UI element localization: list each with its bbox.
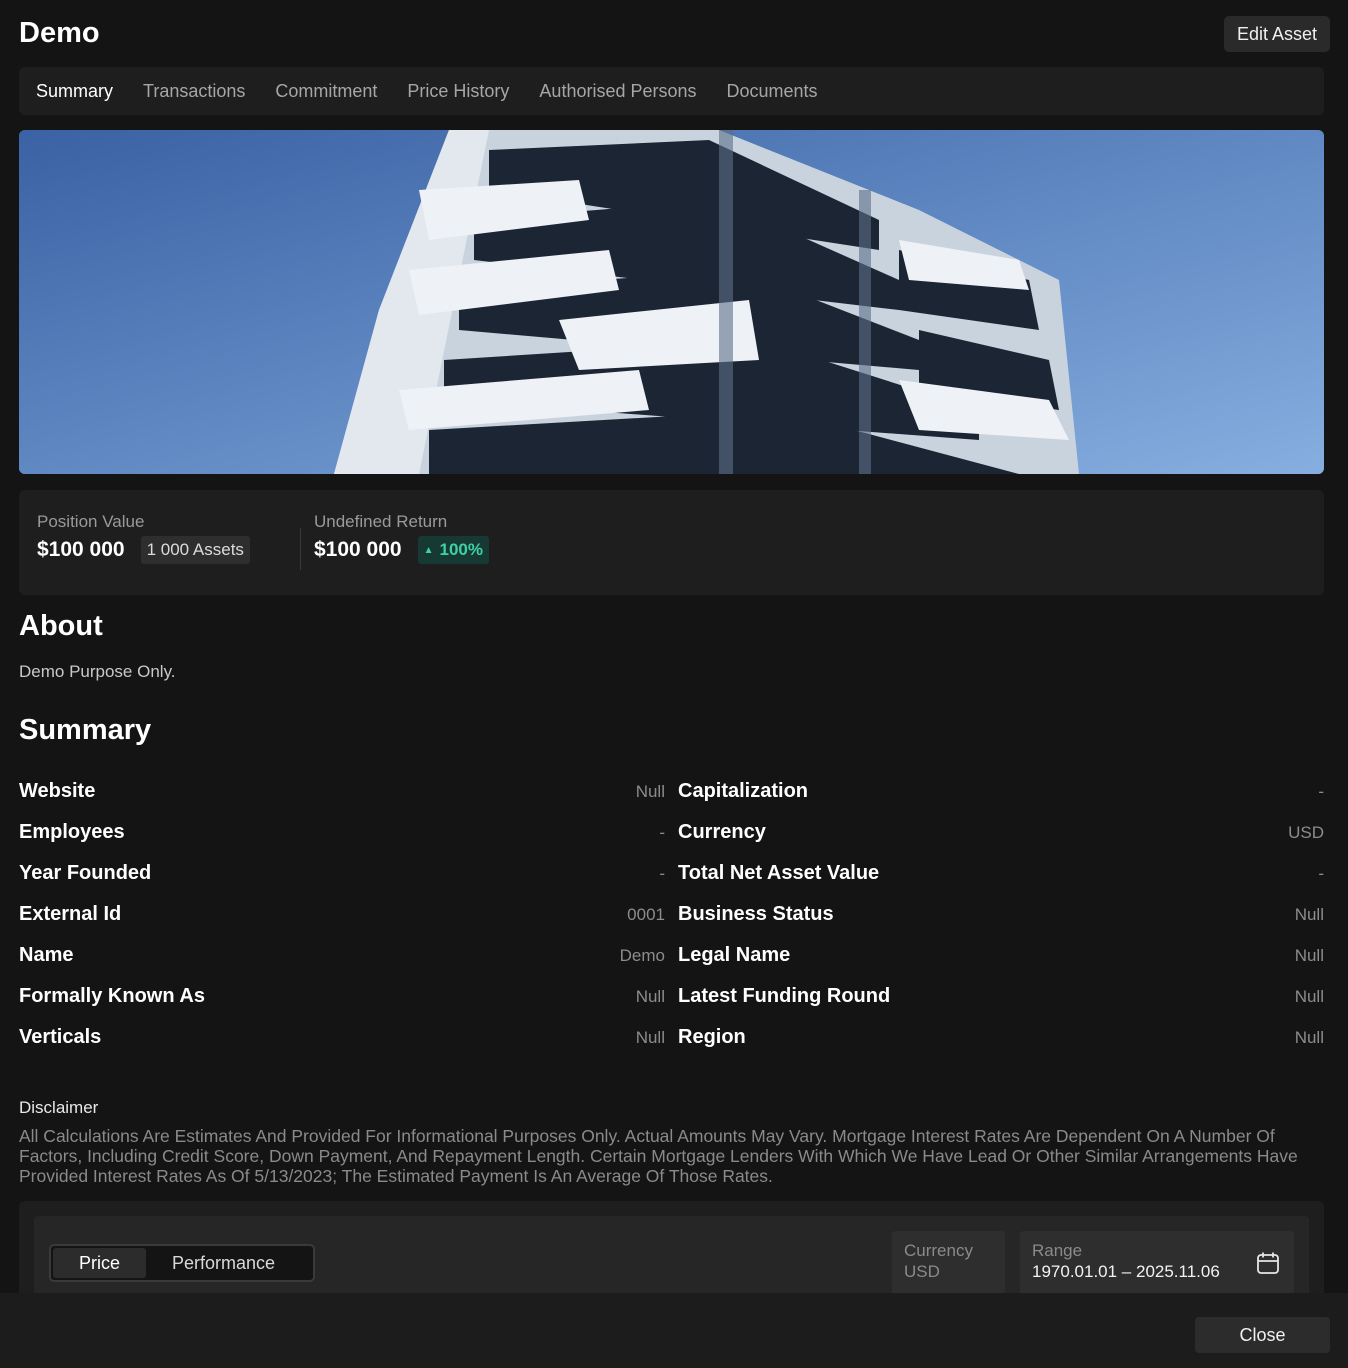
return-label: Undefined Return [314,512,448,531]
summary-value: - [1318,864,1324,883]
summary-value: Null [635,782,665,801]
chart-controls: Price Performance Currency USD Range 197… [34,1216,1309,1293]
summary-key: Currency [678,821,766,843]
summary-row: Business Status Null [678,903,1324,933]
summary-row: Formally Known As Null [19,985,665,1015]
return-value: $100 000 [314,538,402,561]
summary-key: Latest Funding Round [678,985,891,1007]
summary-key: Website [19,780,96,802]
summary-value: Null [1294,905,1324,924]
summary-value: Null [635,1028,665,1047]
position-value-stat: Position Value $100 000 1 000 Assets [37,512,250,564]
chart-panel: Price Performance Currency USD Range 197… [19,1201,1324,1293]
summary-row: Employees - [19,821,665,851]
summary-value: Null [1294,946,1324,965]
tab-price-history[interactable]: Price History [407,81,509,102]
return-percent: 100% [439,540,483,559]
summary-value: - [659,864,665,883]
summary-value: Null [1294,1028,1324,1047]
summary-value: 0001 [627,905,665,924]
summary-value: - [1318,782,1324,801]
summary-row: Name Demo [19,944,665,974]
summary-row: Website Null [19,780,665,810]
summary-value: USD [1288,823,1324,842]
summary-key: Total Net Asset Value [678,862,880,884]
summary-row: Capitalization - [678,780,1324,810]
position-value-label: Position Value [37,512,145,531]
summary-heading: Summary [19,714,152,746]
summary-value: Null [635,987,665,1006]
summary-key: Region [678,1026,746,1048]
summary-value: Null [1294,987,1324,1006]
summary-value: Demo [619,946,665,965]
currency-label: Currency [904,1241,973,1260]
chart-mode-toggle: Price Performance [49,1244,315,1282]
summary-row: Verticals Null [19,1026,665,1056]
tab-summary[interactable]: Summary [36,81,113,102]
summary-key: External Id [19,903,122,925]
toggle-price[interactable]: Price [53,1248,147,1278]
asset-detail-page: Demo Edit Asset Summary Transactions Com… [0,0,1348,1293]
summary-key: Employees [19,821,125,843]
edit-asset-button[interactable]: Edit Asset [1223,16,1330,52]
currency-select[interactable]: Currency USD [892,1231,1005,1293]
return-percent-badge: ▲ 100% [417,536,489,564]
assets-count-badge: 1 000 Assets [140,536,250,564]
summary-row: Currency USD [678,821,1324,851]
summary-key: Capitalization [678,780,809,802]
stats-divider [300,528,301,570]
tab-bar: Summary Transactions Commitment Price Hi… [19,67,1324,115]
about-text: Demo Purpose Only. [19,662,176,681]
summary-row: Region Null [678,1026,1324,1056]
disclaimer-title: Disclaimer [19,1098,99,1117]
summary-key: Formally Known As [19,985,205,1007]
building-illustration [19,130,1324,474]
date-range-picker[interactable]: Range 1970.01.01 – 2025.11.06 [1020,1231,1294,1293]
currency-value: USD [904,1262,940,1281]
summary-key: Verticals [19,1026,102,1048]
header: Demo Edit Asset [19,14,1330,54]
summary-row: Legal Name Null [678,944,1324,974]
about-heading: About [19,610,103,642]
summary-key: Name [19,944,74,966]
tab-authorised-persons[interactable]: Authorised Persons [539,81,696,102]
summary-row: Total Net Asset Value - [678,862,1324,892]
summary-key: Legal Name [678,944,791,966]
modal-footer: Close [0,1293,1348,1368]
summary-row: Latest Funding Round Null [678,985,1324,1015]
tab-transactions[interactable]: Transactions [143,81,245,102]
summary-key: Year Founded [19,862,152,884]
triangle-up-icon: ▲ [423,545,434,556]
summary-value: - [659,823,665,842]
disclaimer-text: All Calculations Are Estimates And Provi… [19,1126,1298,1186]
position-value: $100 000 [37,538,125,561]
calendar-icon[interactable] [1256,1251,1280,1280]
range-label: Range [1032,1241,1083,1260]
summary-row: Year Founded - [19,862,665,892]
tab-documents[interactable]: Documents [727,81,818,102]
close-button[interactable]: Close [1195,1317,1330,1353]
summary-key: Business Status [678,903,834,925]
page-title: Demo [19,17,100,49]
return-stat: Undefined Return $100 000 ▲ 100% [314,512,489,564]
range-value: 1970.01.01 – 2025.11.06 [1032,1262,1220,1281]
asset-hero-image [19,130,1324,474]
tab-commitment[interactable]: Commitment [275,81,377,102]
position-stats: Position Value $100 000 1 000 Assets Und… [19,490,1324,595]
summary-row: External Id 0001 [19,903,665,933]
toggle-performance[interactable]: Performance [146,1248,301,1278]
